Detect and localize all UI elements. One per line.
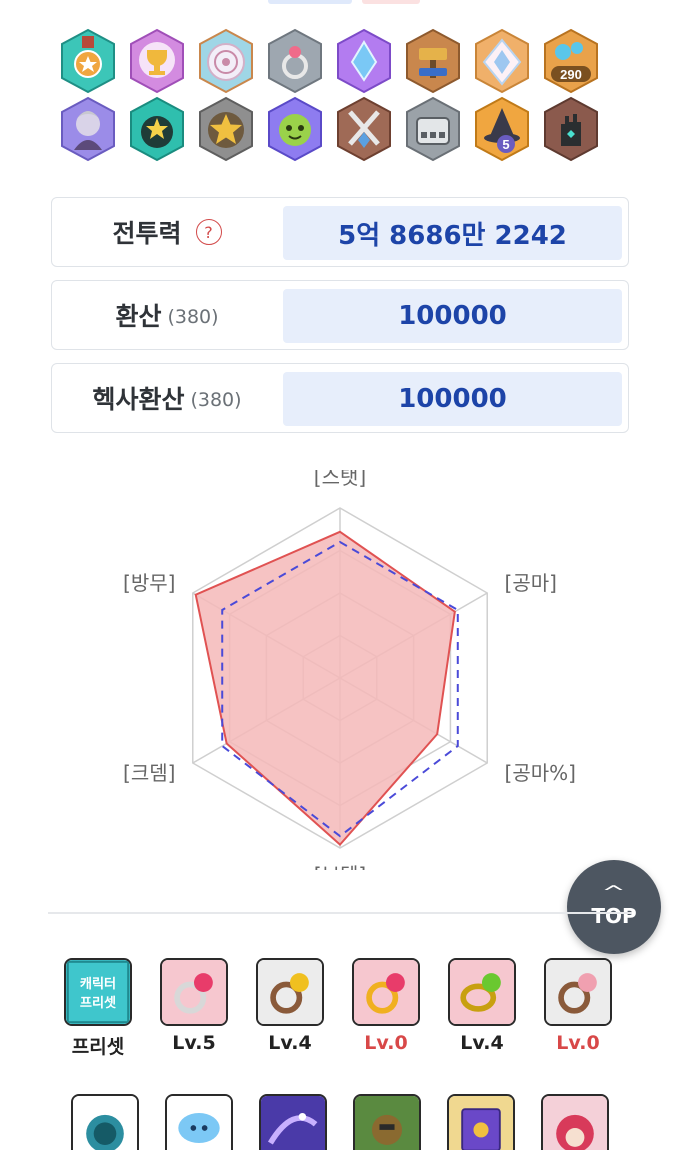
combat-power-label: 전투력	[112, 219, 182, 248]
equipment-slot[interactable]: 캐릭터 프리셋 프리셋	[63, 958, 133, 1059]
diamond-icon[interactable]	[472, 28, 532, 94]
stat-radar-chart: [스탯] [공마] [공마%] [보뎀] [크뎀] [방무]	[123, 470, 576, 870]
gold-star-icon[interactable]	[196, 96, 256, 162]
combat-power-row: 전투력 ? 5억 8686만 2242	[51, 197, 629, 267]
top-tab-stub-red	[362, 0, 420, 4]
equipment-label: Lv.5	[172, 1032, 216, 1054]
top-button-label: TOP	[591, 904, 637, 928]
equipment-label: Lv.4	[268, 1032, 312, 1054]
galaxy-icon[interactable]	[259, 1094, 327, 1150]
knight-icon[interactable]	[353, 1094, 421, 1150]
svg-text:캐릭터: 캐릭터	[80, 976, 116, 992]
equipment-slot[interactable]	[70, 1094, 140, 1150]
conversion-row: 환산 (380) 100000	[51, 280, 629, 350]
character-preset-icon[interactable]: 캐릭터 프리셋	[64, 958, 132, 1026]
green-slime-icon[interactable]	[265, 96, 325, 162]
spellbook-icon[interactable]	[447, 1094, 515, 1150]
top-tab-stub-blue	[268, 0, 352, 4]
radar-axis-label: [크뎀]	[123, 761, 175, 785]
radar-axis-label: [보뎀]	[314, 863, 366, 870]
radar-axis-label: [공마%]	[505, 761, 576, 785]
achievement-badge-grid: 290 5	[58, 28, 618, 164]
ring-icon[interactable]	[265, 28, 325, 94]
equipment-slot[interactable]: Lv.4	[255, 958, 325, 1059]
medal-icon[interactable]	[58, 28, 118, 94]
equipment-slot[interactable]	[164, 1094, 234, 1150]
equipment-slot[interactable]: Lv.0	[543, 958, 613, 1059]
equipment-label: Lv.4	[460, 1032, 504, 1054]
equipment-label: Lv.0	[364, 1032, 408, 1054]
combat-power-value: 5억 8686만 2242	[283, 206, 622, 260]
chevron-up-icon: ^	[601, 882, 627, 903]
conversion-label: 환산	[115, 302, 162, 331]
witch-hat-5-icon[interactable]: 5	[472, 96, 532, 162]
star-character-icon[interactable]	[127, 96, 187, 162]
gold-gem-ring-icon[interactable]	[256, 958, 324, 1026]
conversion-level: (380)	[167, 305, 219, 328]
character-portrait-icon[interactable]	[58, 96, 118, 162]
radar-axis-label: [방무]	[123, 571, 175, 595]
scroll-to-top-button[interactable]: ^ TOP	[567, 860, 661, 954]
trophy-icon[interactable]	[127, 28, 187, 94]
combat-power-label-group: 전투력 ?	[52, 198, 282, 266]
blue-mushroom-icon[interactable]	[165, 1094, 233, 1150]
hexa-conversion-level: (380)	[190, 388, 242, 411]
help-icon[interactable]: ?	[195, 219, 222, 245]
equipment-label: Lv.0	[556, 1032, 600, 1054]
equipment-slot[interactable]: Lv.4	[447, 958, 517, 1059]
equipment-slot[interactable]	[446, 1094, 516, 1150]
ruby-ring-icon[interactable]	[160, 958, 228, 1026]
equipment-slot[interactable]	[540, 1094, 610, 1150]
hexa-conversion-row: 헥사환산 (380) 100000	[51, 363, 629, 433]
crystal-icon[interactable]	[334, 28, 394, 94]
radar-series-1	[194, 530, 456, 847]
equipment-slot[interactable]	[258, 1094, 328, 1150]
hexa-conversion-value: 100000	[283, 372, 622, 426]
coin-290-text: 290	[560, 67, 582, 82]
hammer-icon[interactable]	[403, 28, 463, 94]
conversion-label-group: 환산 (380)	[52, 281, 282, 349]
conversion-value: 100000	[283, 289, 622, 343]
equipment-label: 프리셋	[71, 1036, 125, 1058]
green-ring-icon[interactable]	[448, 958, 516, 1026]
pink-gem-ring-icon[interactable]	[544, 958, 612, 1026]
equipment-slot[interactable]	[352, 1094, 422, 1150]
equipment-row-2	[70, 1094, 630, 1150]
equipment-slot[interactable]: Lv.0	[351, 958, 421, 1059]
witch-hat-level-text: 5	[502, 137, 509, 152]
hexa-conversion-label: 헥사환산	[92, 385, 185, 414]
equipment-slot[interactable]: Lv.5	[159, 958, 229, 1059]
hexa-conversion-label-group: 헥사환산 (380)	[52, 364, 282, 432]
section-divider	[48, 912, 632, 914]
dark-hand-icon[interactable]	[541, 96, 601, 162]
red-hair-character-icon[interactable]	[541, 1094, 609, 1150]
crossed-swords-icon[interactable]	[334, 96, 394, 162]
equipment-row-1: 캐릭터 프리셋 프리셋 Lv.5 Lv.4 Lv.0 Lv.4 Lv.0	[63, 958, 623, 1059]
armor-icon[interactable]	[403, 96, 463, 162]
blue-spirit-icon[interactable]	[71, 1094, 139, 1150]
svg-text:프리셋: 프리셋	[80, 994, 116, 1011]
coin-290-icon[interactable]: 290	[541, 28, 601, 94]
gold-ruby-ring-icon[interactable]	[352, 958, 420, 1026]
radar-axis-label: [공마]	[505, 571, 557, 595]
target-icon[interactable]	[196, 28, 256, 94]
radar-axis-label: [스탯]	[314, 470, 366, 489]
